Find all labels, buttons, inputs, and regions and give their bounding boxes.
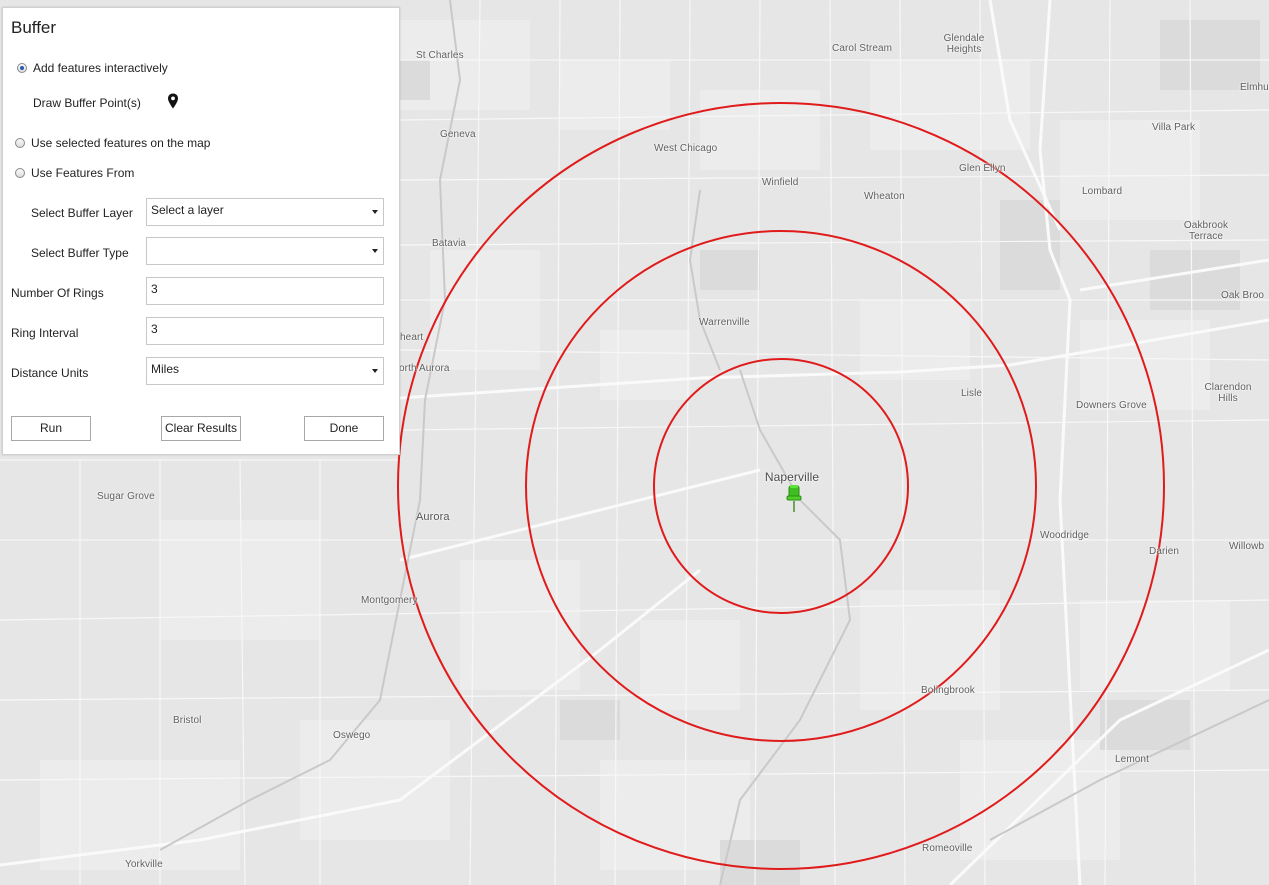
buffer-type-select[interactable] [146, 237, 384, 265]
place-label: heart [400, 332, 424, 343]
rings-input[interactable]: 3 [146, 277, 384, 305]
place-label: Romeoville [922, 843, 973, 854]
place-label: Lombard [1082, 186, 1123, 197]
buffer-panel: Buffer Add features interactively Draw B… [2, 7, 400, 455]
place-label: Willowb [1229, 541, 1265, 552]
buffer-ring-1 [653, 358, 909, 614]
place-label: Woodridge [1040, 530, 1090, 541]
place-label-center: Naperville [764, 470, 820, 484]
buffer-ring-2 [525, 230, 1037, 742]
place-label: Carol Stream [832, 43, 893, 54]
radio-use-selected[interactable]: Use selected features on the map [15, 136, 210, 150]
run-button[interactable]: Run [11, 416, 91, 441]
clear-results-button[interactable]: Clear Results [161, 416, 241, 441]
buffer-layer-label: Select Buffer Layer [31, 206, 133, 220]
place-label: Warrenville [699, 317, 750, 328]
place-label: Lisle [961, 388, 983, 399]
place-label: Wheaton [864, 191, 905, 202]
place-label: Villa Park [1152, 122, 1196, 133]
place-label: West Chicago [654, 143, 718, 154]
rings-label: Number Of Rings [11, 286, 104, 300]
panel-title: Buffer [11, 18, 57, 37]
map-view[interactable]: St Charles Carol Stream Glendale Heights… [0, 0, 1269, 885]
place-label: Montgomery [361, 595, 418, 606]
place-label: Elmhu [1240, 82, 1269, 93]
place-label: Sugar Grove [97, 491, 155, 502]
radio-label: Use selected features on the map [31, 136, 211, 150]
place-label: Bristol [173, 715, 202, 726]
done-button[interactable]: Done [304, 416, 384, 441]
place-label: Lemont [1115, 754, 1149, 765]
place-label: Oswego [333, 730, 371, 741]
place-label: St Charles [416, 50, 464, 61]
place-label: Geneva [440, 129, 476, 140]
interval-input[interactable]: 3 [146, 317, 384, 345]
radio-button[interactable] [17, 63, 27, 73]
chevron-down-icon [372, 249, 378, 253]
rings-value: 3 [151, 282, 158, 296]
draw-buffer-label: Draw Buffer Point(s) [33, 96, 141, 110]
units-value: Miles [151, 362, 180, 376]
chevron-down-icon [372, 369, 378, 373]
place-label: Oak Broo [1221, 290, 1265, 301]
radio-label: Add features interactively [33, 61, 168, 75]
buffer-layer-select[interactable]: Select a layer [146, 198, 384, 226]
place-label: Clarendon Hills [1204, 382, 1252, 404]
buffer-layer-value: Select a layer [151, 203, 224, 217]
units-select[interactable]: Miles [146, 357, 384, 385]
interval-value: 3 [151, 322, 158, 336]
chevron-down-icon [372, 210, 378, 214]
radio-add-interactively[interactable]: Add features interactively [17, 61, 168, 75]
map-pin-icon[interactable] [167, 93, 179, 109]
place-label: Winfield [762, 177, 799, 188]
radio-label: Use Features From [31, 166, 135, 180]
place-label: Yorkville [125, 859, 163, 870]
buffer-type-label: Select Buffer Type [31, 246, 129, 260]
units-label: Distance Units [11, 366, 89, 380]
buffer-ring-3 [397, 102, 1165, 870]
pushpin-icon[interactable] [784, 483, 804, 513]
place-label: Bolingbrook [921, 685, 975, 696]
place-label: Glen Ellyn [959, 163, 1006, 174]
place-label: orth Aurora [399, 363, 450, 374]
place-label: Oakbrook Terrace [1183, 220, 1229, 242]
radio-button[interactable] [15, 168, 25, 178]
place-label: Batavia [432, 238, 467, 249]
place-label: Glendale Heights [943, 33, 985, 55]
place-label: Downers Grove [1076, 400, 1147, 411]
place-label: Aurora [416, 511, 450, 523]
radio-use-features-from[interactable]: Use Features From [15, 166, 134, 180]
place-label: Darien [1149, 546, 1180, 557]
radio-button[interactable] [15, 138, 25, 148]
interval-label: Ring Interval [11, 326, 79, 340]
